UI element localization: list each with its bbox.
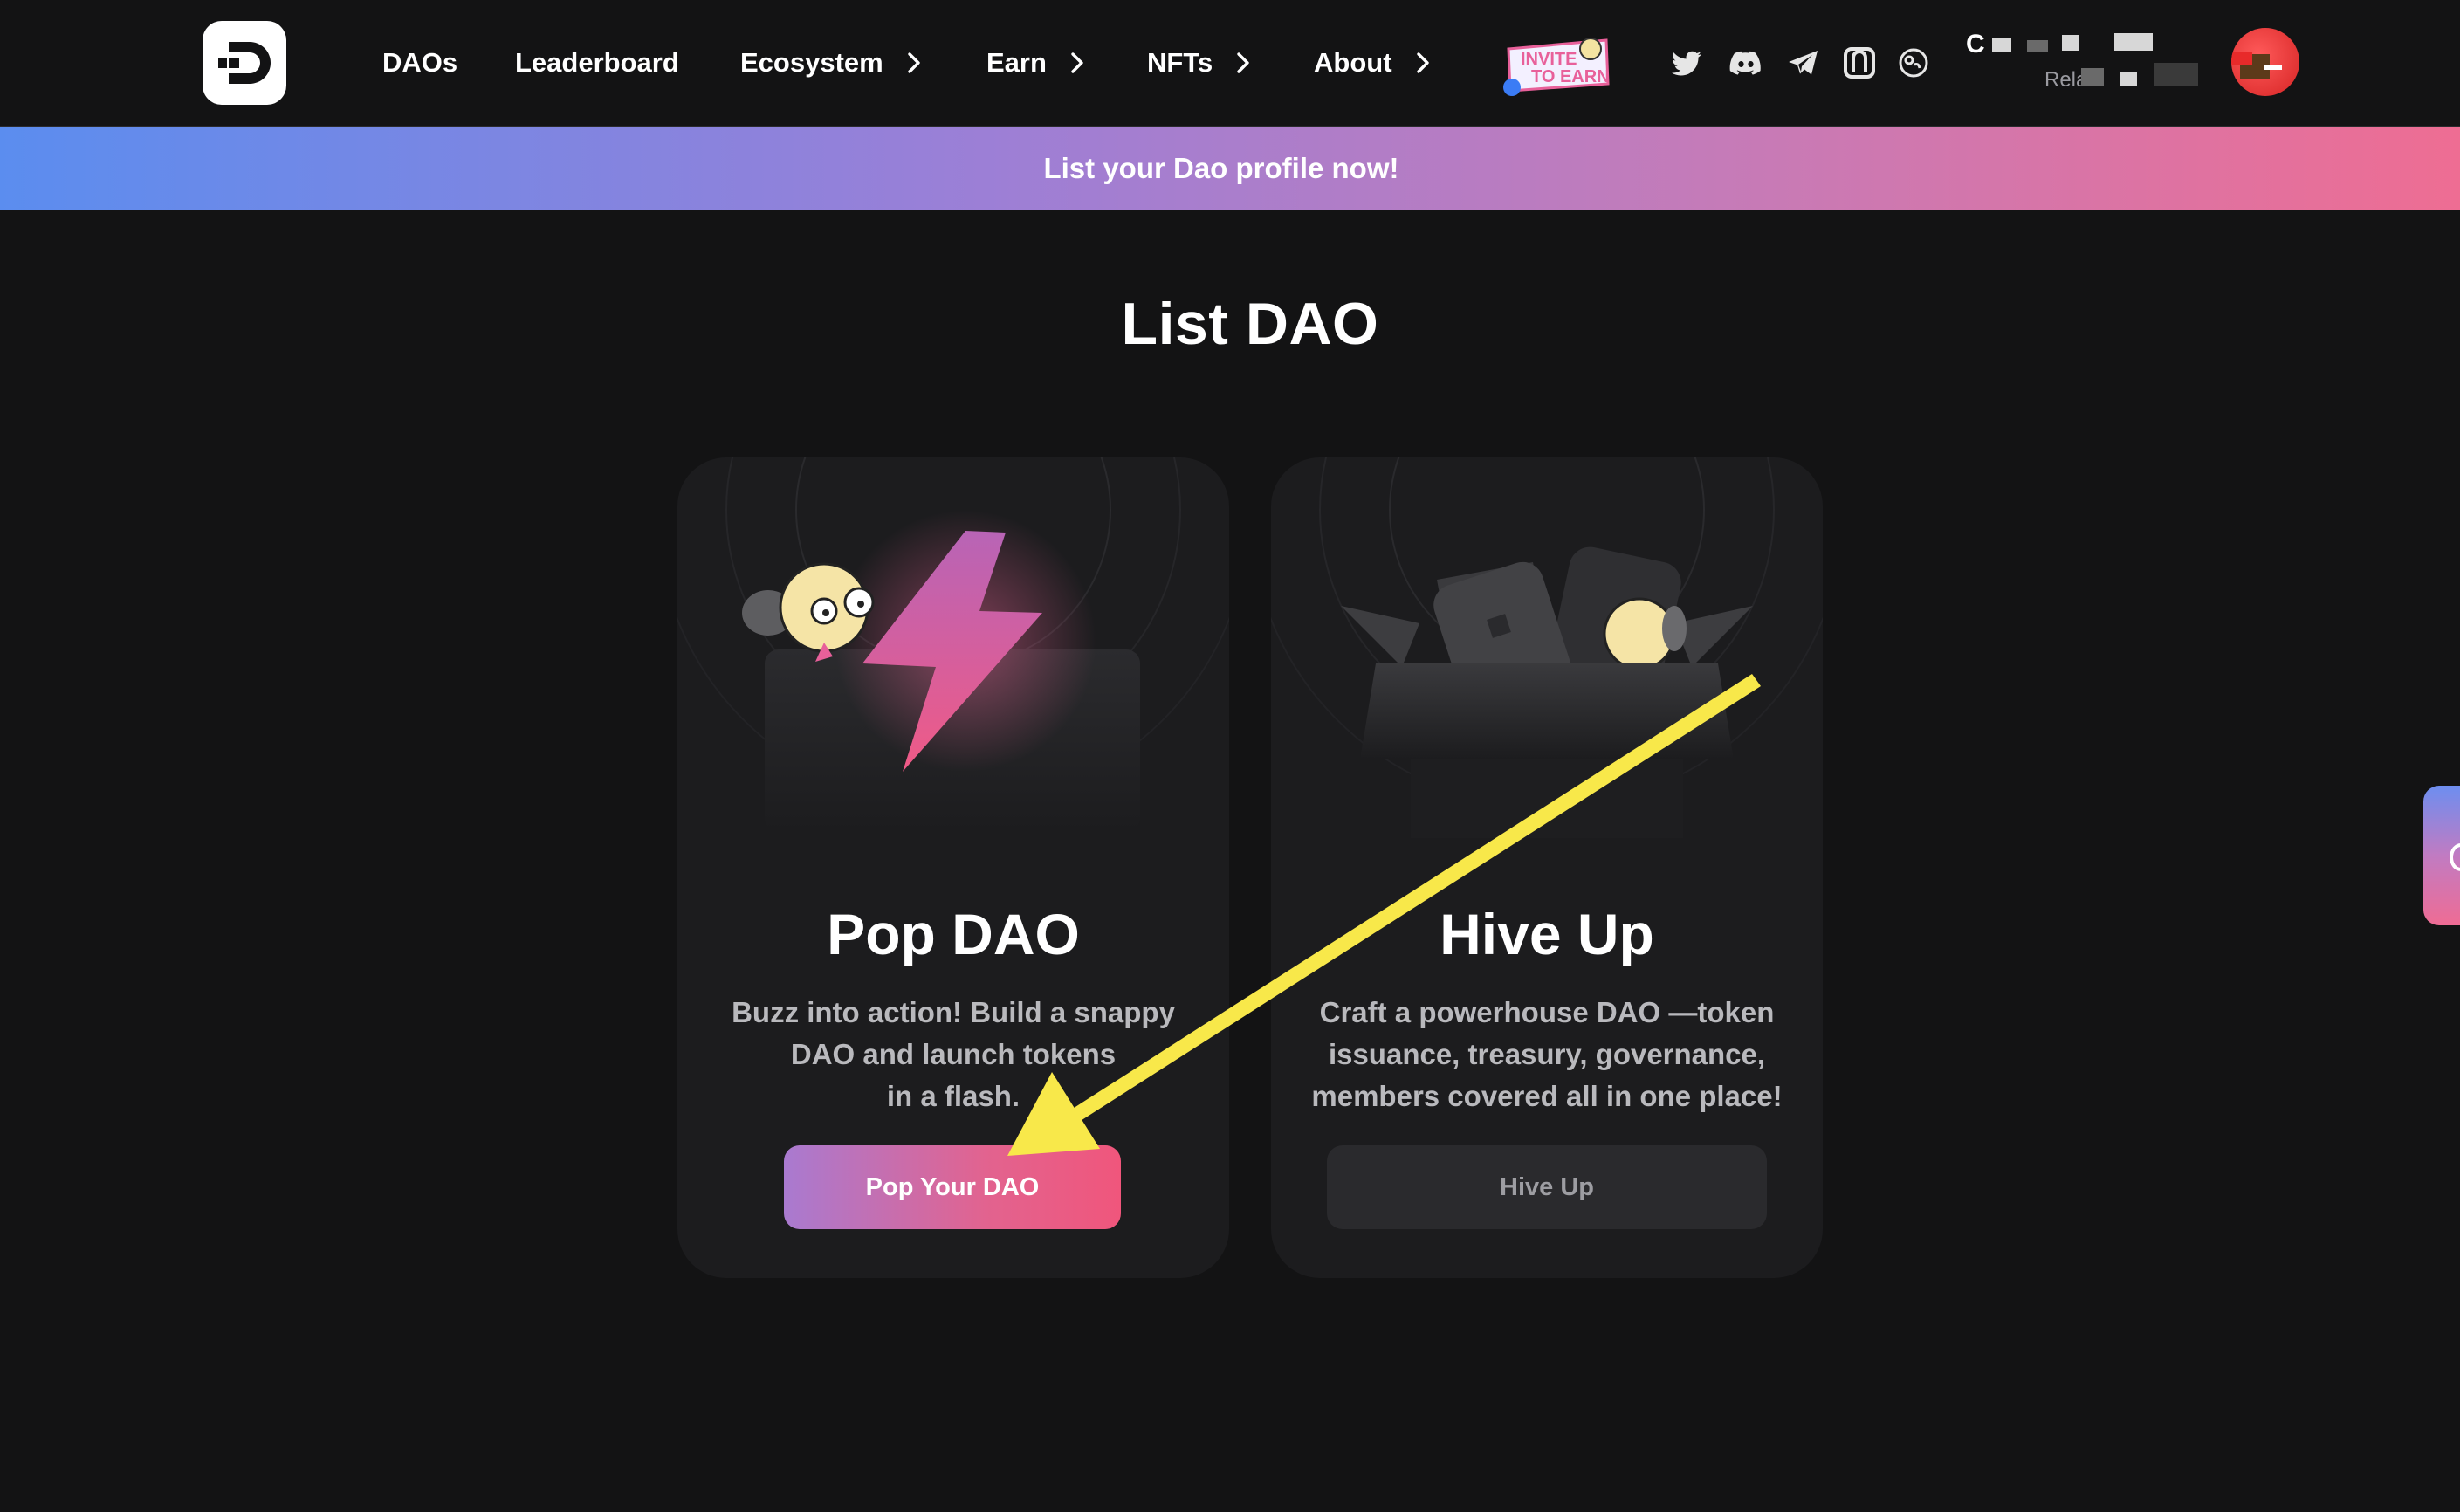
- invite-line2: TO EARN: [1531, 67, 1610, 86]
- logo-icon: [218, 42, 271, 84]
- chevron-right-icon: [1237, 52, 1249, 73]
- nav-about[interactable]: About: [1314, 45, 1434, 80]
- pop-your-dao-button[interactable]: Pop Your DAO: [784, 1145, 1121, 1229]
- nav-nfts[interactable]: NFTs: [1147, 45, 1254, 80]
- pop-dao-description-line: DAO and launch tokens: [790, 1038, 1117, 1070]
- invite-line1: INVITE: [1521, 50, 1577, 69]
- nav-daos[interactable]: DAOs: [382, 45, 457, 80]
- nav-ecosystem-label: Ecosystem: [740, 47, 883, 78]
- hive-up-button[interactable]: Hive Up: [1327, 1145, 1767, 1229]
- invite-badge-graphic: INVITE TO EARN: [1503, 38, 1610, 96]
- avatar[interactable]: [2231, 28, 2299, 96]
- pop-dao-title: Pop DAO: [827, 902, 1080, 966]
- nav-about-label: About: [1314, 47, 1392, 78]
- hive-up-description-line: members covered all in one place!: [1311, 1080, 1783, 1112]
- lightning-bee-illustration: [742, 510, 1140, 833]
- redaction-block: [1992, 38, 2011, 52]
- redaction-block: [2062, 35, 2079, 51]
- nav-leaderboard-label: Leaderboard: [515, 47, 679, 78]
- top-navigation: DAOs Leaderboard Ecosystem Earn NFTs Abo…: [0, 0, 2460, 127]
- wallet-name: C: [1966, 30, 1985, 58]
- nav-nfts-label: NFTs: [1147, 47, 1213, 78]
- hive-up-title: Hive Up: [1440, 902, 1654, 966]
- discord-icon[interactable]: [1728, 45, 1763, 80]
- nav-leaderboard[interactable]: Leaderboard: [515, 45, 679, 80]
- hive-box-illustration: [1341, 546, 1753, 838]
- redaction-block: [2027, 40, 2048, 52]
- pop-dao-description-line: Buzz into action! Build a snappy: [732, 996, 1175, 1028]
- invite-to-earn-badge[interactable]: INVITE TO EARN: [1500, 33, 1613, 98]
- pop-dao-card: Pop DAO Buzz into action! Build a snappy…: [677, 457, 1229, 1278]
- pop-dao-description-line: in a flash.: [886, 1080, 1020, 1112]
- hive-up-card: Hive Up Craft a powerhouse DAO —token is…: [1271, 457, 1823, 1278]
- nav-earn[interactable]: Earn: [986, 45, 1089, 80]
- side-tab-icon: [2450, 843, 2460, 871]
- list-dao-banner[interactable]: List your Dao profile now!: [0, 127, 2460, 210]
- nav-daos-label: DAOs: [382, 47, 458, 78]
- pop-dao-description: Buzz into action! Build a snappy DAO and…: [712, 992, 1194, 1117]
- banner-text: List your Dao profile now!: [1043, 152, 1399, 184]
- brain-icon[interactable]: [1896, 45, 1931, 80]
- dao-logo[interactable]: [203, 21, 286, 105]
- page-title: List DAO: [1121, 291, 1379, 357]
- telegram-icon[interactable]: [1786, 45, 1821, 80]
- hive-up-description: Craft a powerhouse DAO —token issuance, …: [1306, 992, 1788, 1117]
- hive-up-description-line: issuance, treasury, governance,: [1328, 1038, 1766, 1070]
- twitter-icon[interactable]: [1670, 45, 1705, 80]
- nav-ecosystem[interactable]: Ecosystem: [740, 45, 925, 80]
- avatar-graphic: [2231, 52, 2282, 79]
- annotation-arrow: [1007, 674, 1761, 1156]
- redaction-block: [2114, 33, 2153, 51]
- gitbook-icon[interactable]: [1842, 45, 1877, 80]
- chevron-right-icon: [908, 52, 920, 73]
- wallet-account[interactable]: C Rela: [1966, 30, 2228, 96]
- side-feedback-tab[interactable]: [2423, 786, 2460, 925]
- nav-earn-label: Earn: [986, 47, 1047, 78]
- hive-up-description-line: Craft a powerhouse DAO —token: [1319, 996, 1775, 1028]
- redaction-block: [2154, 63, 2198, 86]
- chevron-right-icon: [1416, 52, 1429, 73]
- redaction-block: [2081, 68, 2104, 86]
- redaction-block: [2120, 72, 2137, 86]
- chevron-right-icon: [1071, 52, 1083, 73]
